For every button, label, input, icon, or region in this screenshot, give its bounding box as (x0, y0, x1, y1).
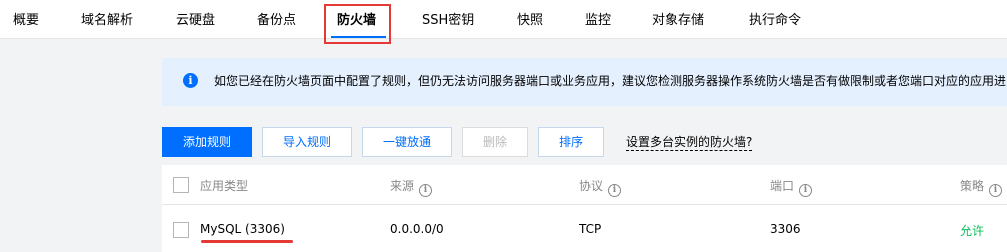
one-click-allow-button[interactable]: 一键放通 (362, 127, 452, 157)
header-protocol: 协议 i (579, 177, 622, 197)
multi-instance-help-link[interactable]: 设置多台实例的防火墙? (626, 135, 753, 151)
notice-text: 如您已经在防火墙页面中配置了规则，但仍无法访问服务器端口或业务应用，建议您检测服… (214, 74, 1007, 88)
import-rules-button[interactable]: 导入规则 (262, 127, 352, 157)
row-checkbox[interactable] (173, 222, 189, 238)
tab-cloud-disk[interactable]: 云硬盘 (176, 0, 215, 39)
info-icon[interactable]: i (989, 184, 1003, 197)
tab-overview[interactable]: 概要 (13, 0, 39, 39)
tab-ssh-key[interactable]: SSH密钥 (422, 0, 474, 39)
header-app-type: 应用类型 (200, 179, 249, 193)
delete-button[interactable]: 删除 (462, 127, 528, 157)
tab-dns[interactable]: 域名解析 (81, 0, 133, 39)
tab-snapshot[interactable]: 快照 (517, 0, 543, 39)
sort-button[interactable]: 排序 (538, 127, 604, 157)
header-source: 来源 i (390, 177, 433, 197)
rules-table: 应用类型 来源 i 协议 i 端口 i 策略 i MySQL (3306) 0.0.0.… (162, 165, 1007, 252)
cell-port: 3306 (770, 222, 801, 236)
header-policy: 策略 i (960, 177, 1003, 197)
header-port: 端口 i (770, 177, 813, 197)
cell-policy: 允许 (960, 224, 985, 238)
info-icon[interactable]: i (799, 184, 813, 197)
table-header: 应用类型 来源 i 协议 i 端口 i 策略 i (162, 165, 1007, 205)
select-all-checkbox[interactable] (173, 177, 189, 193)
tab-monitor[interactable]: 监控 (585, 0, 611, 39)
annotation-highlight-box (324, 4, 391, 44)
tab-run-command[interactable]: 执行命令 (749, 0, 801, 39)
info-icon[interactable]: i (419, 184, 433, 197)
add-rule-button[interactable]: 添加规则 (162, 127, 252, 157)
tab-backup[interactable]: 备份点 (257, 0, 296, 39)
annotation-underline (201, 240, 293, 243)
cell-protocol: TCP (579, 222, 602, 236)
info-icon: i (183, 73, 198, 88)
cell-source: 0.0.0.0/0 (390, 222, 444, 236)
cell-app-type: MySQL (3306) (200, 222, 285, 236)
tab-object-storage[interactable]: 对象存储 (652, 0, 704, 39)
info-icon[interactable]: i (608, 184, 622, 197)
tab-bar: 概要 域名解析 云硬盘 备份点 防火墙 SSH密钥 快照 监控 对象存储 执行命… (0, 0, 1007, 39)
